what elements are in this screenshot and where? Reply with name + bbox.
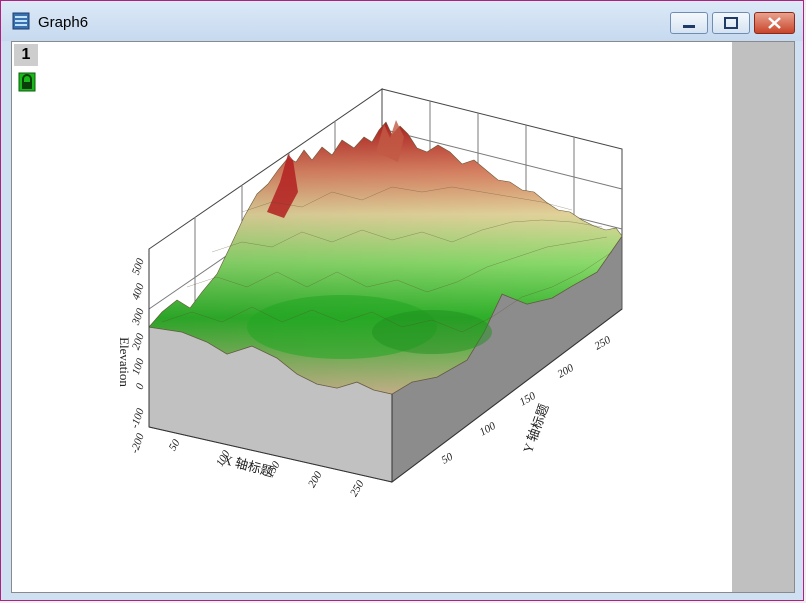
z-tick-label: -100 (129, 406, 147, 430)
maximize-button[interactable] (712, 12, 750, 34)
z-axis: -200 -100 0 100 200 300 400 500 Elevatio… (117, 256, 147, 455)
window-title: Graph6 (38, 14, 89, 31)
y-axis-title: Y 轴标题 (520, 402, 552, 455)
y-tick-label: 250 (593, 334, 614, 353)
y-tick-label: 200 (556, 362, 577, 381)
minimize-button[interactable] (670, 12, 708, 34)
close-button[interactable] (754, 12, 795, 34)
graph-page[interactable]: 1 -200 -100 0 100 200 300 400 500 Elevat… (11, 41, 795, 593)
x-tick-label: 200 (306, 469, 325, 490)
3d-surface-plot[interactable]: -200 -100 0 100 200 300 400 500 Elevatio… (12, 42, 794, 592)
z-tick-label: 500 (130, 256, 147, 276)
z-axis-title: Elevation (117, 337, 132, 387)
close-icon (768, 17, 781, 29)
x-axis-title: X 轴标题 (221, 452, 275, 480)
restore-icon (724, 17, 738, 29)
z-tick-label: 300 (130, 306, 147, 327)
x-tick-label: 50 (167, 437, 183, 453)
y-tick-label: 50 (440, 450, 456, 466)
graph-window: Graph6 1 -200 -100 0 100 200 300 400 500… (0, 0, 804, 601)
y-tick-label: 100 (478, 420, 499, 439)
title-bar[interactable]: Graph6 (1, 1, 803, 41)
graph-window-icon (12, 12, 30, 30)
z-tick-label: 0 (134, 381, 147, 391)
z-tick-label: -200 (129, 431, 147, 455)
x-tick-label: 250 (348, 478, 367, 499)
z-tick-label: 400 (130, 281, 147, 301)
minimize-icon (683, 25, 695, 28)
